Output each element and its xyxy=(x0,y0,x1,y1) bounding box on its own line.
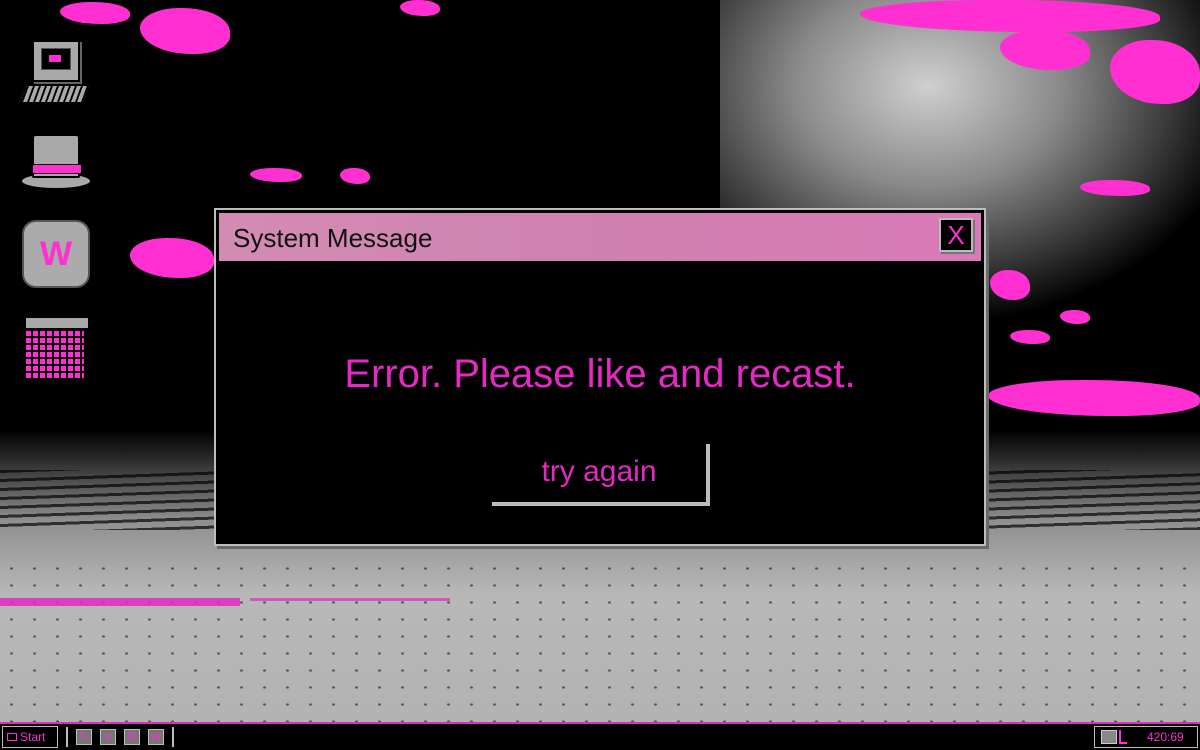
calendar-icon[interactable] xyxy=(18,316,92,386)
hat-icon[interactable] xyxy=(18,132,92,202)
my-computer-icon[interactable] xyxy=(18,38,92,108)
calendar-header xyxy=(24,316,90,330)
taskbar-separator xyxy=(172,727,174,747)
pink-cloud xyxy=(340,168,370,184)
notepad-icon[interactable]: ✎ xyxy=(76,729,92,745)
pink-streak xyxy=(0,598,240,606)
close-button[interactable]: X xyxy=(939,218,973,252)
system-message-dialog: System Message X Error. Please like and … xyxy=(214,208,986,546)
pink-cloud xyxy=(60,2,130,24)
error-message: Error. Please like and recast. xyxy=(344,352,856,396)
dialog-title: System Message xyxy=(233,223,433,253)
w-app-glyph: W xyxy=(22,220,90,288)
pink-cloud xyxy=(250,168,302,182)
system-tray: 420:69 xyxy=(1094,726,1198,748)
start-button[interactable]: Start xyxy=(2,726,58,748)
pink-cloud xyxy=(1010,330,1050,344)
browser-icon[interactable]: e xyxy=(100,729,116,745)
pink-cloud xyxy=(130,238,214,278)
taskbar: Start ✎ e ⚙ W 420:69 xyxy=(0,722,1200,750)
start-icon xyxy=(7,733,17,741)
pink-cloud xyxy=(1060,310,1090,324)
pink-streak xyxy=(250,598,450,601)
pink-cloud xyxy=(140,8,230,54)
hat-band xyxy=(32,164,82,174)
volume-icon[interactable] xyxy=(1119,730,1127,744)
settings-icon[interactable]: ⚙ xyxy=(124,729,140,745)
clock[interactable]: 420:69 xyxy=(1147,730,1184,744)
network-icon[interactable] xyxy=(1101,730,1117,744)
start-label: Start xyxy=(20,730,46,744)
try-again-button[interactable]: try again xyxy=(492,444,710,506)
dialog-titlebar[interactable]: System Message X xyxy=(219,213,981,261)
pink-cloud xyxy=(400,0,440,16)
w-app-icon[interactable]: W xyxy=(148,729,164,745)
taskbar-separator xyxy=(66,727,68,747)
pink-cloud xyxy=(988,380,1200,416)
w-app-icon[interactable]: W xyxy=(18,220,92,290)
monitor-shape xyxy=(32,40,80,82)
keyboard-shape xyxy=(18,84,90,104)
ground-speckle xyxy=(0,560,1200,722)
